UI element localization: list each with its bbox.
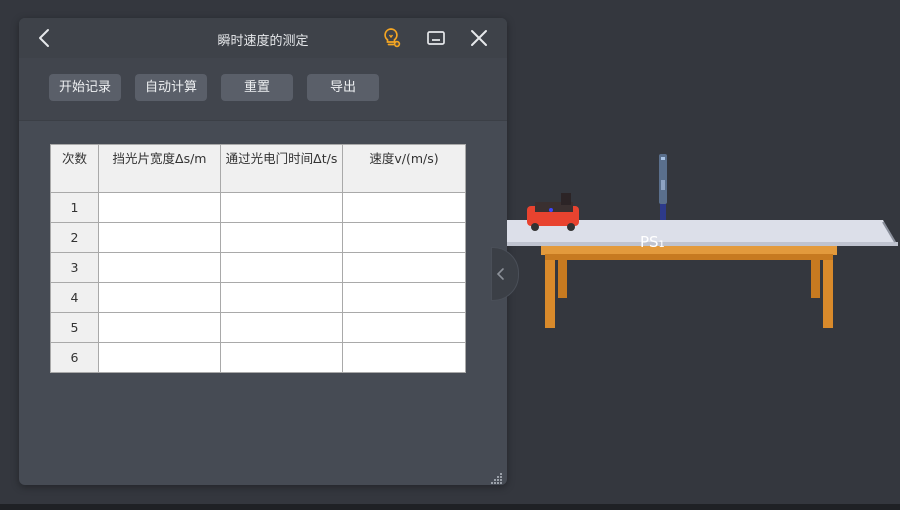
header-width: 挡光片宽度Δs/m (98, 144, 221, 193)
time-cell[interactable] (220, 282, 343, 313)
close-icon[interactable] (467, 26, 491, 50)
width-cell[interactable] (98, 252, 221, 283)
row-index: 5 (50, 312, 99, 343)
reset-button[interactable]: 重置 (221, 74, 293, 101)
bottom-strip (0, 504, 900, 510)
velocity-cell[interactable] (342, 222, 466, 253)
time-cell[interactable] (220, 222, 343, 253)
table-header-row: 次数 挡光片宽度Δs/m 通过光电门时间Δt/s 速度v/(m/s) (50, 144, 466, 193)
title-bar: 瞬时速度的测定 (19, 18, 507, 58)
time-cell[interactable] (220, 342, 343, 373)
width-cell[interactable] (98, 222, 221, 253)
track-label: PS₁ (640, 233, 665, 251)
start-record-button[interactable]: 开始记录 (49, 74, 121, 101)
table-row: 5 (50, 312, 466, 343)
lightbulb-icon[interactable] (379, 26, 403, 50)
header-time: 通过光电门时间Δt/s (220, 144, 343, 193)
cart[interactable] (527, 193, 579, 231)
width-cell[interactable] (98, 282, 221, 313)
velocity-cell[interactable] (342, 282, 466, 313)
data-table: 次数 挡光片宽度Δs/m 通过光电门时间Δt/s 速度v/(m/s) 1 2 3 (50, 144, 466, 373)
table-row: 2 (50, 222, 466, 253)
table-row: 3 (50, 252, 466, 283)
row-index: 3 (50, 252, 99, 283)
velocity-cell[interactable] (342, 312, 466, 343)
time-cell[interactable] (220, 192, 343, 223)
row-index: 4 (50, 282, 99, 313)
minimize-icon[interactable] (424, 26, 448, 50)
table-row: 4 (50, 282, 466, 313)
width-cell[interactable] (98, 192, 221, 223)
toolbar: 开始记录 自动计算 重置 导出 (19, 58, 507, 121)
row-index: 1 (50, 192, 99, 223)
row-index: 2 (50, 222, 99, 253)
table-legs (545, 256, 833, 328)
velocity-cell[interactable] (342, 252, 466, 283)
lab-table (541, 246, 837, 260)
table-row: 1 (50, 192, 466, 223)
velocity-cell[interactable] (342, 192, 466, 223)
experiment-scene: PS₁ (505, 150, 900, 340)
row-index: 6 (50, 342, 99, 373)
auto-calculate-button[interactable]: 自动计算 (135, 74, 207, 101)
photogate[interactable] (659, 154, 667, 220)
header-velocity: 速度v/(m/s) (342, 144, 466, 193)
resize-grip-icon[interactable] (491, 469, 503, 484)
width-cell[interactable] (98, 342, 221, 373)
export-button[interactable]: 导出 (307, 74, 379, 101)
time-cell[interactable] (220, 312, 343, 343)
width-cell[interactable] (98, 312, 221, 343)
velocity-cell[interactable] (342, 342, 466, 373)
header-count: 次数 (50, 144, 99, 193)
time-cell[interactable] (220, 252, 343, 283)
table-row: 6 (50, 342, 466, 373)
experiment-panel: 瞬时速度的测定 开始记录 自动计算 重置 导出 次数 挡光片宽度Δs/m 通过光… (19, 18, 507, 485)
